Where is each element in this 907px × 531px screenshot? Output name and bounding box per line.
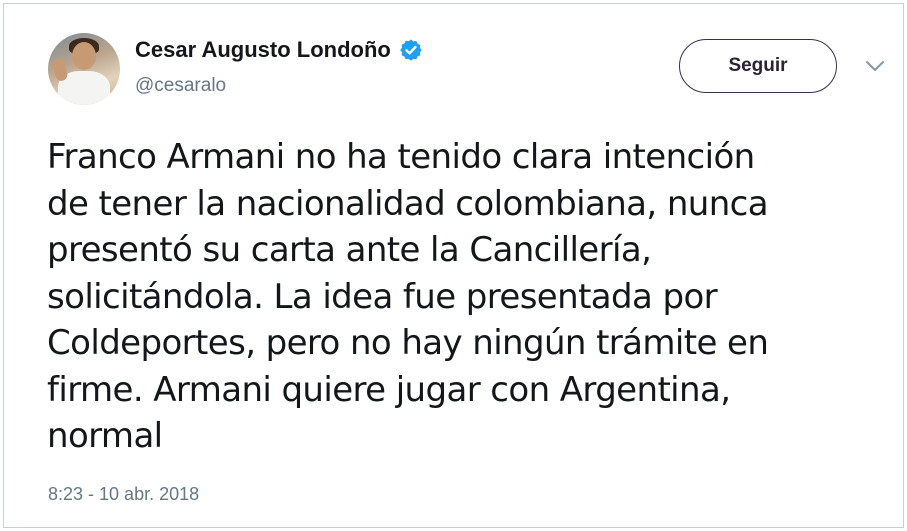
verified-badge-icon [399, 38, 423, 62]
author-handle[interactable]: @cesaralo [135, 75, 226, 97]
avatar-arm [51, 57, 69, 83]
tweet-text: Franco Armani no ha tenido clara intenci… [47, 137, 769, 456]
follow-button[interactable]: Seguir [679, 39, 837, 93]
author-name[interactable]: Cesar Augusto Londoño [135, 37, 391, 63]
avatar[interactable] [48, 33, 120, 105]
chevron-down-icon[interactable] [864, 58, 886, 74]
avatar-face [72, 42, 96, 70]
author-row: Cesar Augusto Londoño [135, 37, 423, 63]
tweet-timestamp[interactable]: 8:23 - 10 abr. 2018 [48, 484, 199, 505]
